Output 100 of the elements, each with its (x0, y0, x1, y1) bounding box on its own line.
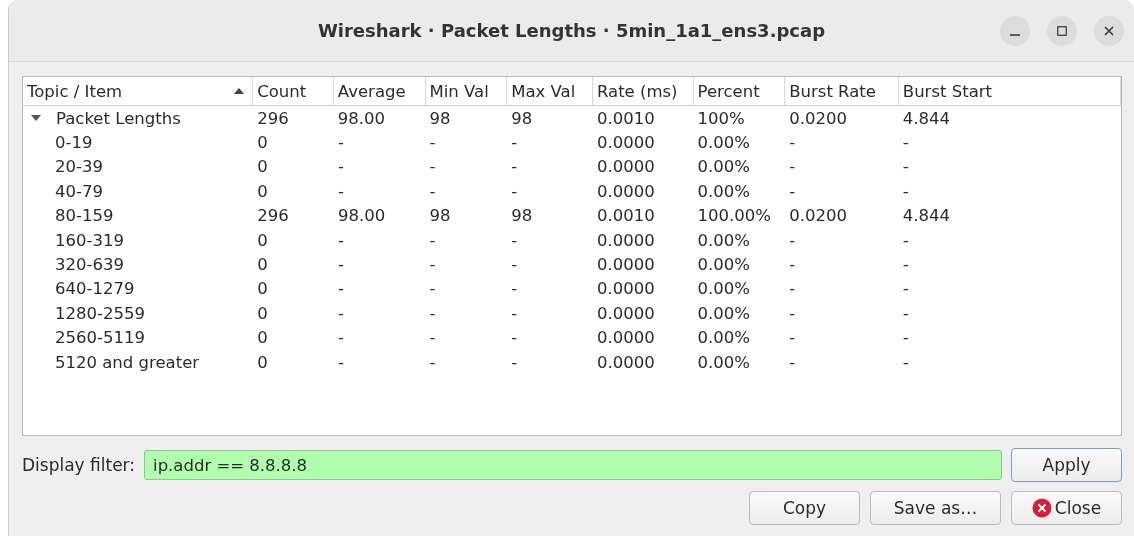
table-cell-text: 0.0000 (596, 328, 656, 348)
table-cell-text: - (788, 328, 797, 348)
display-filter-field[interactable]: ip.addr == 8.8.8.8 (144, 450, 1002, 480)
table-cell-text: - (901, 303, 910, 323)
close-button[interactable]: Close (1011, 491, 1122, 525)
table-cell-text: - (336, 133, 345, 153)
table-cell-text: 0.00% (696, 303, 752, 323)
table-cell-text: 296 (256, 108, 290, 128)
table-cell-text: 98 (428, 108, 452, 128)
tree-item-label[interactable]: 160-319 (55, 230, 124, 250)
tree-item-label[interactable]: 40-79 (55, 181, 103, 201)
table-cell-text: - (428, 328, 437, 348)
tree-item-label[interactable]: 5120 and greater (55, 352, 200, 372)
table-cell-text: - (788, 230, 797, 250)
table-cell-text: 0 (256, 279, 269, 299)
table-cell-text: 0.0000 (596, 133, 656, 153)
table-cell-text: 100.00% (696, 206, 773, 226)
tree-item-label[interactable]: 2560-5119 (55, 328, 145, 348)
table-cell-text: - (510, 157, 519, 177)
close-icon (1031, 498, 1052, 518)
expand-arrow-icon[interactable] (31, 115, 41, 122)
table-cell-text: - (428, 181, 437, 201)
table-cell-text: - (510, 230, 519, 250)
tree-item-label[interactable]: 20-39 (55, 157, 103, 177)
table-cell-text: - (901, 230, 910, 250)
apply-button[interactable]: Apply (1011, 448, 1122, 482)
table-cell-text: 0.0200 (788, 108, 848, 128)
table-cell-text: 0.0000 (596, 157, 656, 177)
tree-item-label[interactable]: 0-19 (55, 133, 93, 153)
table-cell-text: 98.00 (336, 108, 387, 128)
table-cell-text: 4.844 (901, 108, 952, 128)
table-cell-text: - (428, 303, 437, 323)
maximize-icon (1057, 26, 1067, 36)
table-cell-text: - (510, 352, 519, 372)
tree-item-label[interactable]: 320-639 (55, 255, 124, 275)
table-cell-text: 0.00% (696, 352, 752, 372)
table-cell-text: 0.0000 (596, 181, 656, 201)
table-cell-text: 0.0200 (788, 206, 848, 226)
table-cell-text: - (901, 279, 910, 299)
dialog-button[interactable]: Save as… (870, 491, 1001, 525)
minimize-button[interactable] (1000, 16, 1030, 46)
table-cell-text: - (788, 181, 797, 201)
table-cell-text: 0.00% (696, 328, 752, 348)
table-cell-text: - (510, 181, 519, 201)
table-cell-text: 98 (428, 206, 452, 226)
table-cell-text: 0 (256, 133, 269, 153)
table-cell-text: - (901, 157, 910, 177)
table-cell-text: 0 (256, 255, 269, 275)
table-cell-text: - (428, 352, 437, 372)
column-header[interactable]: Max Val (507, 77, 593, 105)
table-cell-text: 0.0000 (596, 255, 656, 275)
column-header[interactable]: Count (253, 77, 334, 105)
tree-item-label[interactable]: 640-1279 (55, 279, 135, 299)
column-header[interactable]: Average (333, 77, 426, 105)
column-header[interactable]: Min Val (425, 77, 508, 105)
column-header[interactable]: Burst Start (898, 77, 1121, 105)
table-cell-text: 98 (510, 108, 534, 128)
table-cell-text: 0 (256, 157, 269, 177)
column-header[interactable]: Percent (693, 77, 786, 105)
column-header[interactable]: Topic / Item (23, 77, 254, 105)
table-cell-text: 0.00% (696, 133, 752, 153)
table-cell-text: - (336, 157, 345, 177)
maximize-button[interactable] (1047, 16, 1077, 46)
table-cell-text: 0.0000 (596, 303, 656, 323)
tree-item-label[interactable]: Packet Lengths (56, 108, 181, 128)
table-cell-text: - (901, 328, 910, 348)
table-cell-text: - (788, 352, 797, 372)
table-cell-text: 98.00 (336, 206, 387, 226)
minimize-icon (1010, 34, 1020, 36)
table-cell-text: - (788, 303, 797, 323)
table-cell-text: 0 (256, 303, 269, 323)
close-window-button[interactable] (1094, 16, 1124, 46)
table-cell-text: - (336, 181, 345, 201)
table-cell-text: - (336, 255, 345, 275)
window-title: Wireshark · Packet Lengths · 5min_1a1_ens3.pcap (317, 20, 826, 41)
dialog-button[interactable]: Copy (749, 491, 860, 525)
table-cell-text: 0.0010 (595, 108, 656, 128)
column-header[interactable]: Burst Rate (785, 77, 899, 105)
table-cell-text: 0.0010 (596, 206, 656, 226)
table-cell-text: 0 (256, 328, 269, 348)
table-cell-text: - (428, 133, 437, 153)
table-cell-text: 0.00% (696, 181, 752, 201)
table-cell-text: - (428, 230, 437, 250)
table-cell-text: - (510, 303, 519, 323)
table-cell-text: - (428, 279, 437, 299)
table-cell-text: 0 (256, 352, 269, 372)
table-cell-text: - (336, 303, 345, 323)
tree-item-label[interactable]: 1280-2559 (55, 303, 145, 323)
table-cell-text: - (336, 328, 345, 348)
table-cell-text: - (428, 157, 437, 177)
table-cell-text: - (510, 133, 519, 153)
column-header[interactable]: Rate (ms) (592, 77, 694, 105)
table-cell-text: 0.00% (696, 279, 752, 299)
table-cell-text: - (510, 328, 519, 348)
table-cell-text: 296 (256, 206, 290, 226)
table-cell-text: - (336, 352, 345, 372)
table-cell-text: - (901, 352, 910, 372)
tree-item-label[interactable]: 80-159 (55, 206, 114, 226)
table-cell-text: 0 (256, 230, 269, 250)
table-cell-text: 100% (696, 108, 746, 128)
